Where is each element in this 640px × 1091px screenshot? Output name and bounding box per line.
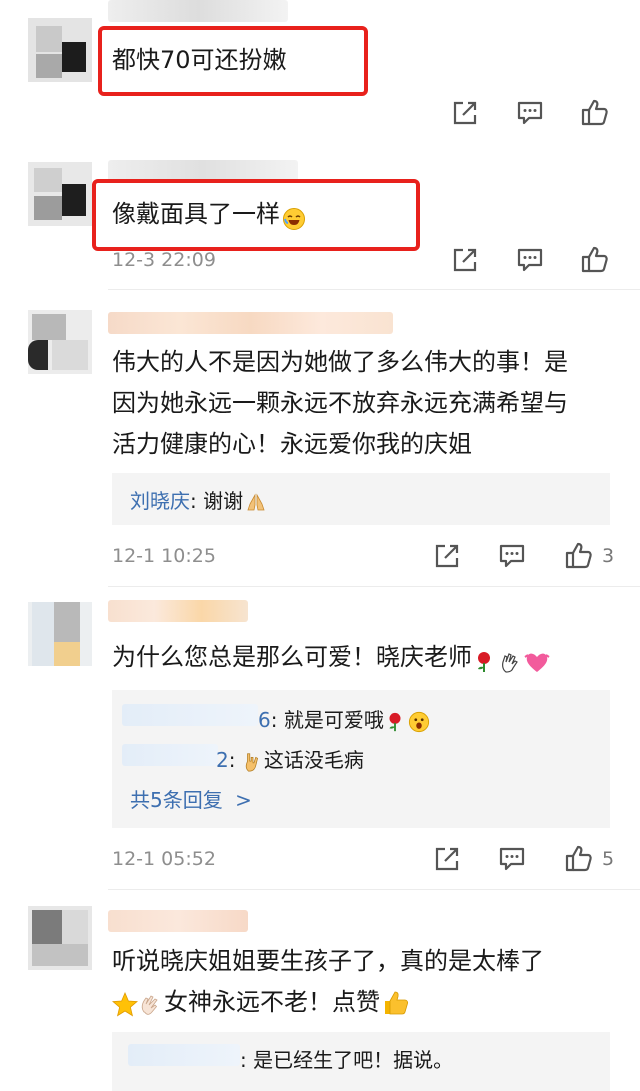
surprised-emoji <box>408 711 430 733</box>
username-blurred[interactable] <box>108 312 393 334</box>
clap-emoji <box>138 990 164 1016</box>
comment-icon[interactable] <box>515 98 545 128</box>
rose-emoji <box>384 711 406 733</box>
username-blurred[interactable] <box>108 0 288 22</box>
reply-item[interactable]: 2: 这话没毛病 <box>216 744 364 773</box>
like-icon[interactable] <box>564 843 594 873</box>
reply-text: 就是可爱哦 <box>283 708 384 732</box>
avatar[interactable] <box>28 602 92 666</box>
timestamp: 12-1 05:52 <box>112 848 216 870</box>
share-icon[interactable] <box>450 245 480 275</box>
comment-text-content: 为什么您总是那么可爱！晓庆老师 <box>112 643 472 671</box>
reply-box[interactable]: 刘晓庆: 谢谢 <box>112 473 610 525</box>
comment-icon[interactable] <box>515 245 545 275</box>
username-blurred[interactable] <box>108 910 248 932</box>
timestamp: 12-1 10:25 <box>112 545 216 567</box>
username-blurred[interactable] <box>108 600 248 622</box>
reply-separator: : <box>190 489 204 513</box>
rose-emoji <box>472 646 496 672</box>
reply-text: 这话没毛病 <box>263 748 364 772</box>
share-icon[interactable] <box>432 844 462 874</box>
reply-box: 6: 就是可爱哦 2: 这话没毛病 共5条回复 > <box>112 690 610 828</box>
reply-text: 是已经生了吧！据说。 <box>253 1048 454 1072</box>
reply-separator: : <box>228 748 242 772</box>
reply-text: 谢谢 <box>203 489 244 513</box>
reply-box: : 是已经生了吧！据说。 <box>112 1032 610 1091</box>
comment-line-3: 活力健康的心！永远爱你我的庆姐 <box>112 430 472 458</box>
avatar[interactable] <box>28 310 92 374</box>
reply-item[interactable]: : 是已经生了吧！据说。 <box>240 1044 453 1073</box>
ok-hand-emoji <box>498 646 522 673</box>
more-replies-text[interactable]: 共5条回复 <box>130 788 223 812</box>
comment-icon[interactable] <box>497 541 527 571</box>
avatar[interactable] <box>28 18 92 82</box>
comment-text-content: 像戴面具了一样 <box>112 200 280 228</box>
rock-hand-emoji <box>242 751 264 773</box>
like-count: 3 <box>602 545 615 567</box>
reply-item: 刘晓庆: 谢谢 <box>130 485 267 514</box>
star-emoji <box>111 990 139 1017</box>
reply-username-tail[interactable]: 2 <box>216 748 229 772</box>
comment-line-2: 因为她永远一颗永远不放弃永远充满希望与 <box>112 389 568 417</box>
timestamp: 12-3 22:09 <box>112 249 216 271</box>
comment-text: 像戴面具了一样 <box>112 194 306 235</box>
divider <box>108 586 640 587</box>
avatar[interactable] <box>28 906 92 970</box>
reply-username-tail[interactable]: 6 <box>258 708 271 732</box>
more-replies-link[interactable]: 共5条回复 > <box>130 784 252 813</box>
avatar[interactable] <box>28 162 92 226</box>
comment-icon[interactable] <box>497 844 527 874</box>
divider <box>108 889 640 890</box>
reply-username-blurred[interactable] <box>128 1044 240 1066</box>
comment-text: 都快70可还扮嫩 <box>112 46 287 74</box>
like-count: 5 <box>602 848 615 870</box>
reply-username[interactable]: 刘晓庆 <box>130 489 190 513</box>
divider <box>108 289 640 290</box>
comment-line-1: 听说晓庆姐姐要生孩子了，真的是太棒了 <box>112 947 544 975</box>
comment-line-2: 女神永远不老！点赞 <box>111 982 410 1023</box>
reply-item[interactable]: 6: 就是可爱哦 <box>258 704 430 733</box>
reply-separator: : <box>270 708 284 732</box>
reply-username-blurred[interactable] <box>122 704 258 726</box>
like-icon[interactable] <box>580 244 610 274</box>
comment-text: 为什么您总是那么可爱！晓庆老师 <box>112 637 550 678</box>
reply-separator: : <box>240 1048 254 1072</box>
like-icon[interactable] <box>564 540 594 570</box>
thumbs-up-emoji <box>382 989 410 1017</box>
chevron-right-icon: > <box>235 788 252 812</box>
pray-emoji <box>245 492 267 514</box>
like-icon[interactable] <box>580 97 610 127</box>
comment-text-content: 女神永远不老！点赞 <box>164 988 380 1016</box>
laughing-emoji <box>282 203 306 230</box>
comment-line-1: 伟大的人不是因为她做了多么伟大的事！是 <box>112 348 568 376</box>
share-icon[interactable] <box>432 541 462 571</box>
heart-emoji <box>524 646 550 672</box>
reply-username-blurred[interactable] <box>122 744 218 766</box>
share-icon[interactable] <box>450 98 480 128</box>
